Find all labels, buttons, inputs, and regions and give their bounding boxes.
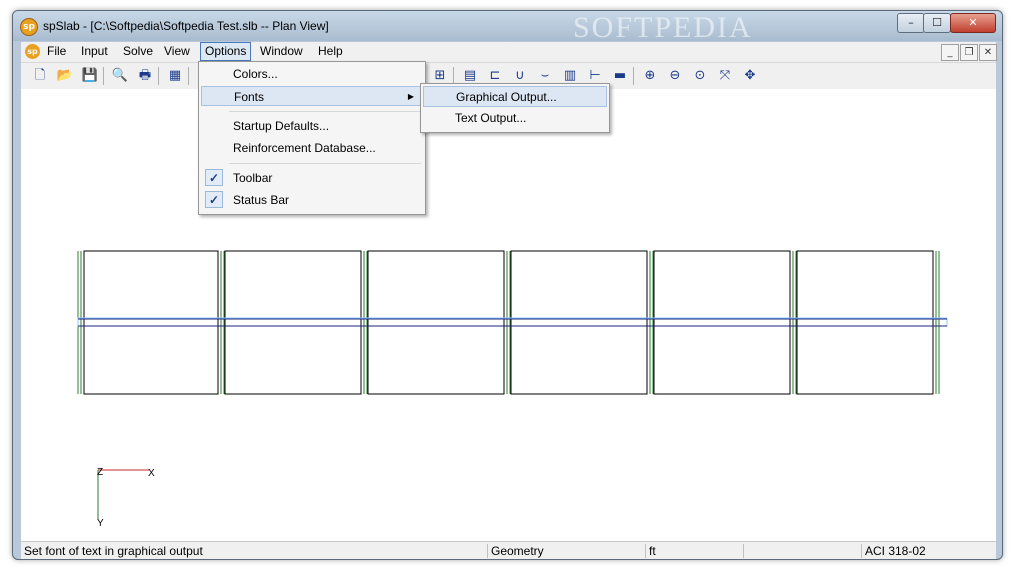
menu-item-label: Toolbar <box>233 171 273 185</box>
axis-x-label: X <box>148 468 155 479</box>
status-mode: Geometry <box>487 544 641 558</box>
zoom-extents-icon[interactable]: ⤧ <box>716 67 734 85</box>
document-icon[interactable]: sp <box>25 44 40 59</box>
menu-item-startup-defaults[interactable]: Startup Defaults... <box>201 116 423 136</box>
slab-panel <box>796 250 934 395</box>
minimize-button[interactable]: – <box>897 13 925 33</box>
menu-item-toolbar[interactable]: ✓ Toolbar <box>201 168 423 188</box>
menu-item-label: Graphical Output... <box>456 90 557 104</box>
close-button[interactable]: ✕ <box>950 13 996 33</box>
open-icon[interactable]: 📂 <box>56 67 74 85</box>
menu-item-reinforcement-database[interactable]: Reinforcement Database... <box>201 138 423 158</box>
window-title: spSlab - [C:\Softpedia\Softpedia Test.sl… <box>43 19 329 33</box>
options-dropdown: Colors... Fonts ▶ Startup Defaults... Rei… <box>198 61 426 215</box>
diagram-section-icon[interactable]: ▬ <box>611 67 629 85</box>
slab-panel <box>510 250 648 395</box>
axis-indicator <box>97 469 149 519</box>
watermark-logo: SOFTPEDIA <box>573 11 753 44</box>
checkmark-icon: ✓ <box>205 191 223 208</box>
slab-spans <box>77 250 940 395</box>
plan-view-canvas[interactable]: Z X Y <box>21 89 996 541</box>
menu-options[interactable]: Options <box>200 42 252 61</box>
export-bmp-icon[interactable]: ▦ <box>166 67 184 85</box>
menu-item-label: Startup Defaults... <box>233 119 330 133</box>
menu-solve[interactable]: Solve <box>119 43 157 60</box>
status-message: Set font of text in graphical output <box>24 544 203 558</box>
slab-panel <box>653 250 791 395</box>
app-icon[interactable]: sp <box>20 18 38 36</box>
title-bar[interactable]: sp spSlab - [C:\Softpedia\Softpedia Test… <box>13 11 1002 44</box>
toolbar-separator <box>188 67 189 85</box>
menu-item-colors[interactable]: Colors... <box>201 64 423 84</box>
menu-item-label: Colors... <box>233 67 278 81</box>
mdi-close-button[interactable]: ✕ <box>979 44 997 61</box>
menu-item-status-bar[interactable]: ✓ Status Bar <box>201 190 423 210</box>
slab-panel <box>224 250 362 395</box>
menu-item-label: Fonts <box>234 90 265 104</box>
status-blank <box>743 544 857 558</box>
print-icon[interactable]: 🖶 <box>136 67 154 85</box>
toolbar-separator <box>633 67 634 85</box>
fonts-submenu: Graphical Output... Text Output... <box>420 83 610 133</box>
menu-item-label: Text Output... <box>455 111 527 125</box>
menu-input[interactable]: Input <box>77 43 112 60</box>
menu-item-fonts[interactable]: Fonts ▶ <box>201 86 423 106</box>
menu-view[interactable]: View <box>160 43 194 60</box>
slab-panel <box>83 250 219 395</box>
slab-panel <box>367 250 505 395</box>
mdi-restore-button[interactable]: ❐ <box>960 44 978 61</box>
pan-icon[interactable]: ✥ <box>741 67 759 85</box>
axis-z-label: Z <box>97 467 104 478</box>
beam-strip <box>77 317 948 327</box>
menu-item-graphical-output[interactable]: Graphical Output... <box>423 86 607 107</box>
checkmark-icon: ✓ <box>205 169 223 186</box>
menu-item-text-output[interactable]: Text Output... <box>423 108 607 129</box>
status-code: ACI 318-02 <box>861 544 975 558</box>
toolbar-separator <box>158 67 159 85</box>
slab-drawing <box>77 250 948 519</box>
menu-help[interactable]: Help <box>314 43 347 60</box>
menu-separator <box>229 163 421 164</box>
mdi-minimize-button[interactable]: _ <box>941 44 959 61</box>
status-units: ft <box>645 544 739 558</box>
zoom-window-icon[interactable]: ⊙ <box>691 67 709 85</box>
menu-window[interactable]: Window <box>256 43 307 60</box>
menu-item-label: Reinforcement Database... <box>233 141 376 155</box>
menu-bar: sp File Input Solve View Options Window … <box>21 42 997 62</box>
zoom-in-icon[interactable]: ⊕ <box>641 67 659 85</box>
menu-separator <box>229 111 421 112</box>
status-bar: Set font of text in graphical output Geo… <box>21 541 996 559</box>
maximize-button[interactable]: ☐ <box>923 13 951 33</box>
menu-item-label: Status Bar <box>233 193 290 207</box>
toolbar-separator <box>103 67 104 85</box>
axis-y-label: Y <box>97 518 104 529</box>
print-preview-icon[interactable]: 🔍 <box>111 67 129 85</box>
menu-file[interactable]: File <box>43 43 70 60</box>
submenu-arrow-icon: ▶ <box>407 92 414 101</box>
new-icon[interactable]: 🗋 <box>31 67 49 85</box>
save-icon[interactable]: 💾 <box>81 67 99 85</box>
zoom-out-icon[interactable]: ⊖ <box>666 67 684 85</box>
